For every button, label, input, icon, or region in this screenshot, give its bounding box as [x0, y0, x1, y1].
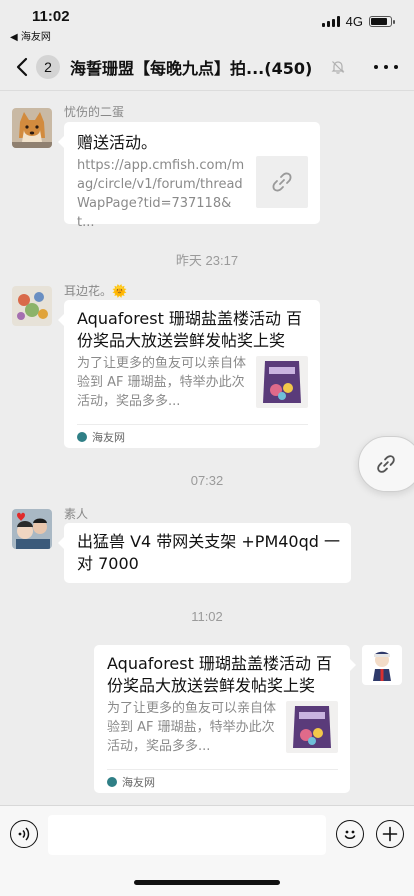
article-source: 海友网: [107, 774, 155, 790]
chevron-left-icon: [16, 57, 28, 77]
plus-icon: [382, 826, 398, 842]
article-thumbnail: [256, 356, 308, 408]
add-button[interactable]: [376, 820, 404, 848]
header-divider: [0, 90, 414, 91]
source-name: 海友网: [122, 776, 155, 789]
sender-name: 耳边花。🌞: [64, 284, 127, 298]
avatar-ebianhua[interactable]: [12, 286, 52, 326]
article-thumbnail: [286, 701, 338, 753]
article-description: 为了让更多的鱼友可以亲自体验到 AF 珊瑚盐，特举办此次活动，奖品多多...: [77, 356, 247, 409]
battery-level: [371, 18, 388, 25]
sender-name: 素人: [64, 507, 89, 521]
avatar-suren[interactable]: [12, 509, 52, 549]
timestamp: 昨天 23:17: [175, 253, 239, 268]
link-icon: [377, 455, 395, 473]
avatar-self[interactable]: [362, 645, 402, 685]
voice-button[interactable]: [10, 820, 38, 848]
back-to-app-link[interactable]: ◀ 海友网: [10, 28, 51, 43]
link-thumbnail: [256, 156, 308, 208]
own-article-card-bubble[interactable]: Aquaforest 珊瑚盐盖楼活动 百份奖品大放送尝鲜发帖奖上奖 为了让更多的…: [94, 645, 356, 793]
group-name: 海誓珊盟【每晚九点】拍...: [70, 59, 265, 78]
article-source: 海友网: [77, 429, 125, 445]
more-dots-icon: [374, 65, 378, 69]
text-message-bubble[interactable]: 出猛兽 V4 带网关支架 +PM40qd 一对 7000: [58, 523, 351, 583]
member-count: (450): [264, 59, 313, 78]
article-title: Aquaforest 珊瑚盐盖楼活动 百份奖品大放送尝鲜发帖奖上奖: [107, 654, 333, 695]
avatar-shiba[interactable]: [12, 108, 52, 148]
source-name: 海友网: [92, 431, 125, 444]
status-time: 11:02: [32, 8, 70, 25]
status-bar: 11:02 ◀ 海友网 4G: [0, 0, 414, 44]
emoji-icon: [344, 830, 356, 839]
timestamp: 07:32: [190, 473, 224, 488]
chat-header: 2 海誓珊盟【每晚九点】拍...(450): [0, 44, 414, 90]
bell-slash-icon: [331, 61, 345, 74]
sender-name: 忧伤的二蛋: [64, 105, 125, 119]
emoji-button[interactable]: [336, 820, 364, 848]
link-icon: [272, 172, 292, 192]
article-title: Aquaforest 珊瑚盐盖楼活动 百份奖品大放送尝鲜发帖奖上奖: [77, 309, 303, 350]
message-title: 赠送活动。: [77, 133, 158, 152]
source-logo-icon: [107, 777, 117, 787]
battery-icon: [369, 16, 395, 27]
message-text: 出猛兽 V4 带网关支架 +PM40qd 一对 7000: [77, 532, 341, 573]
card-divider: [77, 424, 308, 425]
unread-count-badge[interactable]: 2: [36, 55, 60, 79]
link-message-bubble[interactable]: 赠送活动。 https://app.cmfish.com/mag/circle/…: [58, 122, 320, 230]
back-button[interactable]: [16, 56, 34, 78]
article-description: 为了让更多的鱼友可以亲自体验到 AF 珊瑚盐，特举办此次活动，奖品多多...: [107, 701, 277, 754]
message-link-url[interactable]: https://app.cmfish.com/mag/circle/v1/for…: [77, 156, 247, 232]
message-input[interactable]: [48, 815, 326, 855]
article-card-bubble[interactable]: Aquaforest 珊瑚盐盖楼活动 百份奖品大放送尝鲜发帖奖上奖 为了让更多的…: [58, 300, 320, 448]
source-logo-icon: [77, 432, 87, 442]
more-button[interactable]: [374, 56, 398, 78]
network-type: 4G: [345, 14, 363, 29]
home-indicator[interactable]: [134, 880, 280, 885]
timestamp: 11:02: [191, 609, 223, 624]
status-indicators: 4G: [321, 14, 395, 29]
card-divider: [107, 769, 338, 770]
voice-icon: [18, 827, 30, 841]
signal-icon: [321, 16, 340, 27]
chat-title: 海誓珊盟【每晚九点】拍...(450): [70, 55, 328, 79]
